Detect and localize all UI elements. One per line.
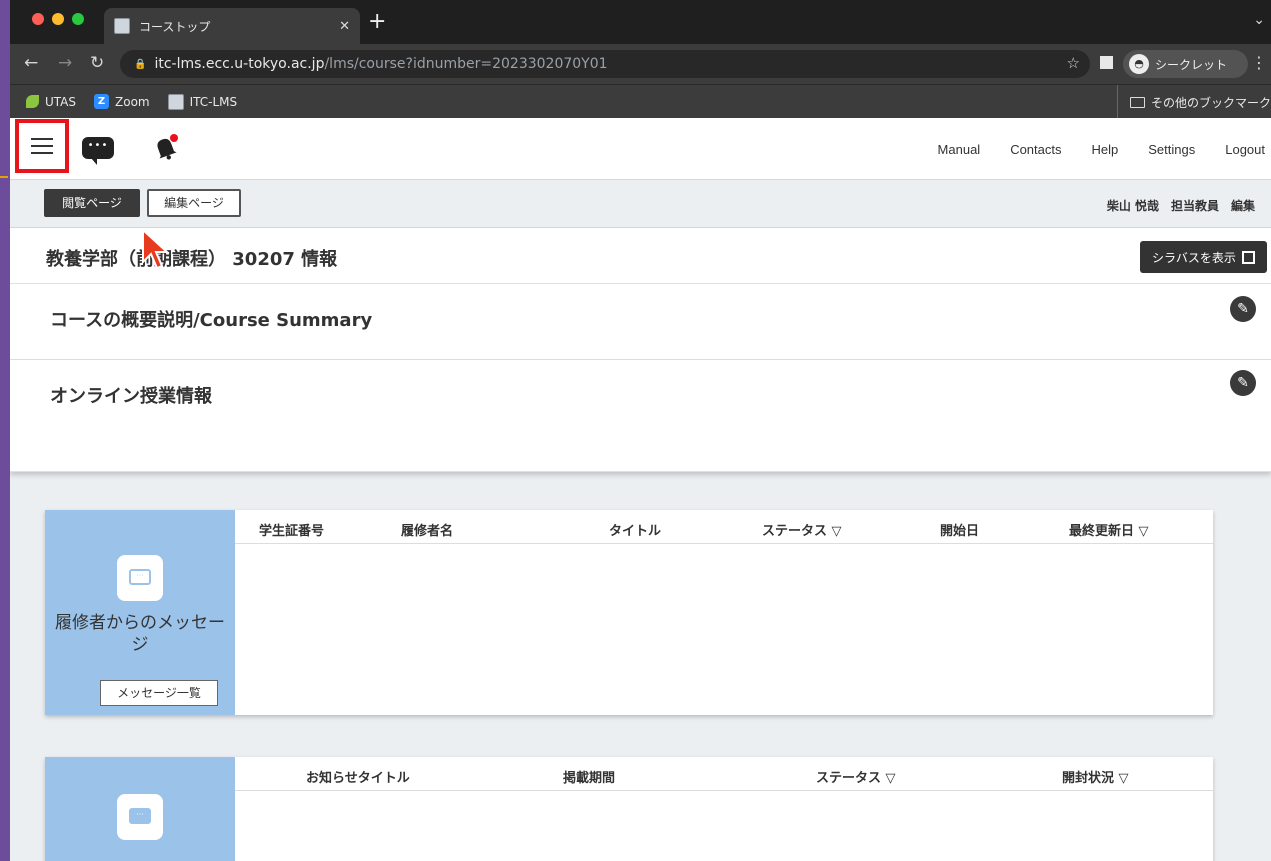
nav-help[interactable]: Help <box>1092 142 1119 157</box>
url-host: itc-lms.ecc.u-tokyo.ac.jp <box>154 56 325 72</box>
syllabus-button[interactable]: シラバスを表示 <box>1140 241 1267 273</box>
notice-bubble-icon: ··· <box>117 794 163 840</box>
course-summary-title: コースの概要説明/Course Summary <box>50 310 373 331</box>
incognito-badge[interactable]: ◓ シークレット <box>1123 50 1248 78</box>
hamburger-menu-icon[interactable] <box>31 138 53 154</box>
site-favicon-icon <box>114 18 130 34</box>
edit-pencil-icon[interactable]: ✎ <box>1230 296 1256 322</box>
course-title: 教養学部（前期課程） 30207 情報 <box>46 249 338 270</box>
lms-header: ••• Manual Contacts Help Settings Logout <box>10 118 1271 180</box>
mouse-cursor-icon <box>142 228 170 270</box>
nav-logout[interactable]: Logout <box>1225 142 1265 157</box>
page-mode-bar: 閲覧ページ 編集ページ 柴山 悦哉 担当教員 編集 <box>10 180 1271 228</box>
forward-arrow-icon[interactable]: → <box>58 53 72 73</box>
online-class-section: オンライン授業情報 ✎ <box>10 360 1271 472</box>
external-link-icon <box>1241 250 1255 264</box>
syllabus-button-label: シラバスを表示 <box>1152 250 1236 265</box>
tab-title: コーストップ <box>139 19 211 34</box>
nav-settings[interactable]: Settings <box>1148 142 1195 157</box>
col-notice-title[interactable]: お知らせタイトル <box>306 767 410 786</box>
bookmark-label: ITC-LMS <box>189 94 238 109</box>
col-start-date[interactable]: 開始日 <box>940 520 979 539</box>
tab-bar: コーストップ ✕ + ⌄ <box>10 0 1271 44</box>
zoom-window-button[interactable] <box>72 13 84 25</box>
notification-bell-icon[interactable] <box>150 132 180 162</box>
tab-search-chevron-icon[interactable]: ⌄ <box>1253 12 1265 28</box>
col-last-updated[interactable]: 最終更新日 ▽ <box>1069 520 1149 539</box>
bookmark-star-icon[interactable]: ☆ <box>1067 54 1080 72</box>
reload-icon[interactable]: ↻ <box>90 53 104 73</box>
other-bookmarks-label: その他のブックマーク <box>1150 95 1271 110</box>
col-period[interactable]: 掲載期間 <box>563 767 615 786</box>
window-controls <box>32 13 84 25</box>
card-side-panel: ··· <box>45 757 235 861</box>
other-bookmarks[interactable]: その他のブックマーク <box>1116 85 1271 119</box>
incognito-icon: ◓ <box>1129 54 1149 74</box>
teacher-info[interactable]: 柴山 悦哉 担当教員 編集 <box>1107 197 1255 214</box>
url-path: /lms/course?idnumber=2023302070Y01 <box>324 56 608 72</box>
annotation-mark <box>0 176 8 178</box>
minimize-window-button[interactable] <box>52 13 64 25</box>
tab-close-icon[interactable]: ✕ <box>339 19 350 34</box>
bookmarks-bar: UTAS Z Zoom ITC-LMS その他のブックマーク <box>10 84 1271 119</box>
col-student-id[interactable]: 学生証番号 <box>259 520 324 539</box>
nav-manual[interactable]: Manual <box>938 142 981 157</box>
nav-contacts[interactable]: Contacts <box>1010 142 1061 157</box>
col-title[interactable]: タイトル <box>609 520 661 539</box>
student-messages-card: ··· 履修者からのメッセージ メッセージ一覧 学生証番号 履修者名 タイトル … <box>45 510 1213 715</box>
col-status[interactable]: ステータス ▽ <box>762 520 842 539</box>
edit-pencil-icon[interactable]: ✎ <box>1230 370 1256 396</box>
address-row: ← → ↻ 🔒 itc-lms.ecc.u-tokyo.ac.jp/lms/co… <box>10 44 1271 84</box>
table-header: 学生証番号 履修者名 タイトル ステータス ▽ 開始日 最終更新日 ▽ <box>235 510 1213 544</box>
browser-window: コーストップ ✕ + ⌄ ← → ↻ 🔒 itc-lms.ecc.u-tokyo… <box>10 0 1271 861</box>
bookmark-label: UTAS <box>45 94 77 109</box>
course-summary-section: コースの概要説明/Course Summary ✎ <box>10 284 1271 360</box>
header-nav: Manual Contacts Help Settings Logout <box>938 142 1265 157</box>
col-student-name[interactable]: 履修者名 <box>401 520 453 539</box>
menu-highlight-box <box>15 119 69 173</box>
zoom-icon: Z <box>94 94 110 109</box>
incognito-label: シークレット <box>1155 57 1228 72</box>
new-tab-icon[interactable]: + <box>368 9 386 34</box>
table-header: お知らせタイトル 掲載期間 ステータス ▽ 開封状況 ▽ <box>235 757 1213 791</box>
side-panel-icon[interactable] <box>1100 56 1113 69</box>
online-class-title: オンライン授業情報 <box>50 386 212 407</box>
chat-bubble-icon: ··· <box>117 555 163 601</box>
itc-lms-icon <box>167 93 184 110</box>
bookmark-itc-lms[interactable]: ITC-LMS <box>167 93 238 110</box>
bookmark-label: Zoom <box>115 94 150 109</box>
close-window-button[interactable] <box>32 13 44 25</box>
notices-card: ··· お知らせタイトル 掲載期間 ステータス ▽ 開封状況 ▽ <box>45 757 1213 861</box>
utas-icon <box>26 95 39 108</box>
view-page-button[interactable]: 閲覧ページ <box>44 189 140 217</box>
bookmark-zoom[interactable]: Z Zoom <box>94 94 150 109</box>
browser-tab[interactable]: コーストップ ✕ <box>104 8 360 44</box>
folder-icon <box>1129 96 1145 108</box>
edit-page-button[interactable]: 編集ページ <box>147 189 241 217</box>
back-arrow-icon[interactable]: ← <box>24 53 38 73</box>
lock-icon: 🔒 <box>134 58 147 70</box>
col-open-status[interactable]: 開封状況 ▽ <box>1062 767 1129 786</box>
browser-menu-icon[interactable]: ⋮ <box>1251 53 1267 72</box>
col-status[interactable]: ステータス ▽ <box>816 767 896 786</box>
address-bar[interactable]: 🔒 itc-lms.ecc.u-tokyo.ac.jp/lms/course?i… <box>120 50 1090 78</box>
card-title: 履修者からのメッセージ <box>55 613 225 655</box>
course-title-section: 教養学部（前期課程） 30207 情報 シラバスを表示 <box>10 228 1271 284</box>
message-list-button[interactable]: メッセージ一覧 <box>100 680 218 706</box>
url-text: itc-lms.ecc.u-tokyo.ac.jp/lms/course?idn… <box>154 56 607 72</box>
message-icon[interactable]: ••• <box>82 137 114 165</box>
bookmark-utas[interactable]: UTAS <box>26 95 76 109</box>
card-side-panel: ··· 履修者からのメッセージ メッセージ一覧 <box>45 510 235 715</box>
